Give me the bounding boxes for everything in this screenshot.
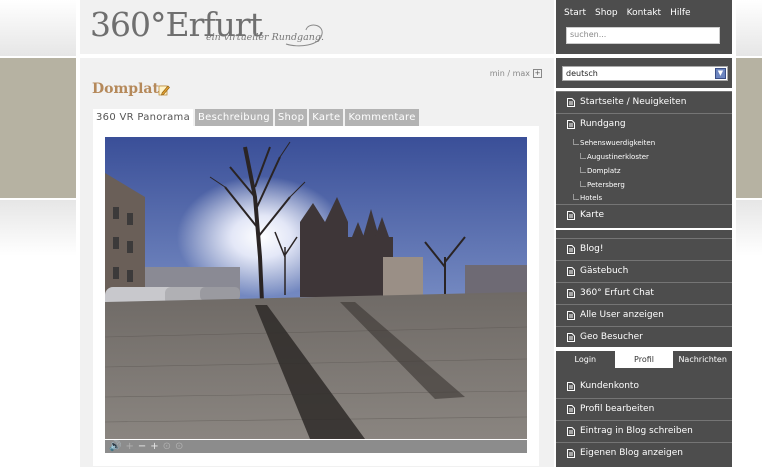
nav-link-start[interactable]: Start (564, 8, 586, 18)
left-band-top (0, 0, 76, 56)
rundgang-submenu: Sehenswuerdigkeiten Augustinerkloster Do… (556, 135, 732, 207)
nav-item-profil-bearbeiten[interactable]: Profil bearbeiten (556, 398, 732, 419)
nav-item-label: Geo Besucher (580, 332, 643, 342)
nav-item-blog[interactable]: Blog! (556, 238, 732, 259)
user-nav: Kundenkonto Profil bearbeiten Eintrag in… (556, 368, 732, 467)
nav-item-label: Karte (580, 210, 605, 220)
sub-item-augustinerkloster[interactable]: Augustinerkloster (587, 153, 649, 162)
nav-item-label: Eigenen Blog anzeigen (580, 448, 683, 458)
nav-item-chat[interactable]: 360° Erfurt Chat (556, 282, 732, 303)
nav-link-shop[interactable]: Shop (595, 8, 618, 18)
right-band-top (736, 0, 762, 56)
nav-item-karte[interactable]: Karte (556, 204, 732, 225)
tree-connector (580, 167, 586, 173)
tab-profil[interactable]: Profil (614, 351, 674, 368)
page-icon (567, 211, 575, 220)
page-icon (567, 405, 575, 414)
nav-item-label: Profil bearbeiten (580, 404, 655, 414)
nav-item-blog-eintrag[interactable]: Eintrag in Blog schreiben (556, 420, 732, 441)
zoom-in-icon[interactable]: + (150, 441, 158, 452)
main-content: min / max + Domplatz 360 VR Panorama Bes… (80, 58, 554, 467)
left-band-middle (0, 58, 76, 198)
min-max-label: min / max (489, 69, 530, 78)
tree-connector (580, 153, 586, 159)
nav-item-geo-besucher[interactable]: Geo Besucher (556, 326, 732, 347)
sub-item-sehenswuerdigkeiten[interactable]: Sehenswuerdigkeiten (580, 139, 655, 148)
page-icon (567, 98, 575, 107)
right-sidebar: Start Shop Kontakt Hilfe suchen... deuts… (556, 0, 733, 467)
nav-item-label: Gästebuch (580, 266, 629, 276)
nav-item-alle-user[interactable]: Alle User anzeigen (556, 304, 732, 325)
sound-icon[interactable]: 🔊 (109, 441, 121, 452)
tree-connector (573, 194, 579, 200)
community-nav: Blog! Gästebuch 360° Erfurt Chat Alle Us… (556, 230, 732, 347)
nav-item-label: Rundgang (580, 119, 626, 129)
nav-item-label: Blog! (580, 244, 604, 254)
fullscreen-icon[interactable]: ⊙ (175, 441, 183, 452)
tree-connector (580, 181, 586, 187)
tab-shop[interactable]: Shop (274, 109, 308, 126)
tab-beschreibung[interactable]: Beschreibung (195, 109, 273, 126)
nav-link-hilfe[interactable]: Hilfe (670, 8, 690, 18)
page-icon (567, 427, 575, 436)
tab-360-vr-panorama[interactable]: 360 VR Panorama (93, 109, 194, 126)
zoom-out-icon[interactable]: − (138, 441, 146, 452)
sub-item-petersberg[interactable]: Petersberg (587, 181, 625, 190)
page-icon (567, 267, 575, 276)
language-value: deutsch (566, 69, 598, 78)
nav-item-label: Eintrag in Blog schreiben (580, 426, 693, 436)
left-band-bottom (0, 200, 76, 256)
panorama-controls: 🔊 + − + ⊙ ⊙ (105, 440, 527, 453)
site-tagline: ein virtueller Rundgang. (206, 32, 324, 43)
page-icon (567, 245, 575, 254)
nav-item-rundgang[interactable]: Rundgang (556, 113, 732, 134)
page-icon (567, 449, 575, 458)
page-icon (567, 311, 575, 320)
panorama-panel (93, 126, 539, 466)
site-header: 360°Erfurt ein virtueller Rundgang. (80, 0, 554, 54)
nav-item-label: Alle User anzeigen (580, 310, 664, 320)
nav-item-gaestebuch[interactable]: Gästebuch (556, 260, 732, 281)
zoom-in-dim-icon[interactable]: + (125, 441, 133, 452)
expand-icon[interactable]: + (533, 69, 542, 78)
panorama-viewer[interactable] (105, 137, 527, 439)
nav-item-eigener-blog[interactable]: Eigenen Blog anzeigen (556, 442, 732, 463)
page-icon (567, 289, 575, 298)
language-select[interactable]: deutsch ▼ (562, 66, 728, 81)
main-nav: Startseite / Neuigkeiten Rundgang Sehens… (556, 91, 732, 228)
edit-icon[interactable] (158, 84, 170, 96)
nav-item-label: 360° Erfurt Chat (580, 288, 654, 298)
language-box: deutsch ▼ (556, 58, 732, 88)
autorotate-icon[interactable]: ⊙ (163, 441, 171, 452)
nav-item-kundenkonto[interactable]: Kundenkonto (556, 376, 732, 397)
nav-item-label: Startseite / Neuigkeiten (580, 97, 687, 107)
tab-login[interactable]: Login (556, 351, 615, 368)
nav-link-kontakt[interactable]: Kontakt (627, 8, 661, 18)
tab-karte[interactable]: Karte (309, 109, 344, 126)
top-nav-box: Start Shop Kontakt Hilfe suchen... (556, 0, 732, 54)
right-band-middle (736, 58, 762, 198)
sub-item-domplatz[interactable]: Domplatz (587, 167, 621, 176)
nav-item-label: Kundenkonto (580, 381, 639, 391)
tab-nachrichten[interactable]: Nachrichten (673, 351, 733, 368)
user-tabs: Login Profil Nachrichten (556, 351, 733, 368)
min-max-toggle[interactable]: min / max + (490, 69, 542, 78)
tree-connector (573, 139, 579, 145)
nav-item-startseite[interactable]: Startseite / Neuigkeiten (556, 91, 732, 112)
chevron-down-icon[interactable]: ▼ (715, 68, 726, 79)
page-icon (567, 120, 575, 129)
sub-item-hotels[interactable]: Hotels (580, 194, 602, 203)
page-title: Domplatz (92, 81, 167, 97)
page-icon (567, 333, 575, 342)
top-nav: Start Shop Kontakt Hilfe (564, 8, 691, 18)
right-band-bottom (736, 200, 762, 256)
content-tabs: 360 VR Panorama Beschreibung Shop Karte … (93, 109, 419, 126)
tab-kommentare[interactable]: Kommentare (345, 109, 419, 126)
page-icon (567, 382, 575, 391)
search-input[interactable]: suchen... (566, 27, 720, 44)
